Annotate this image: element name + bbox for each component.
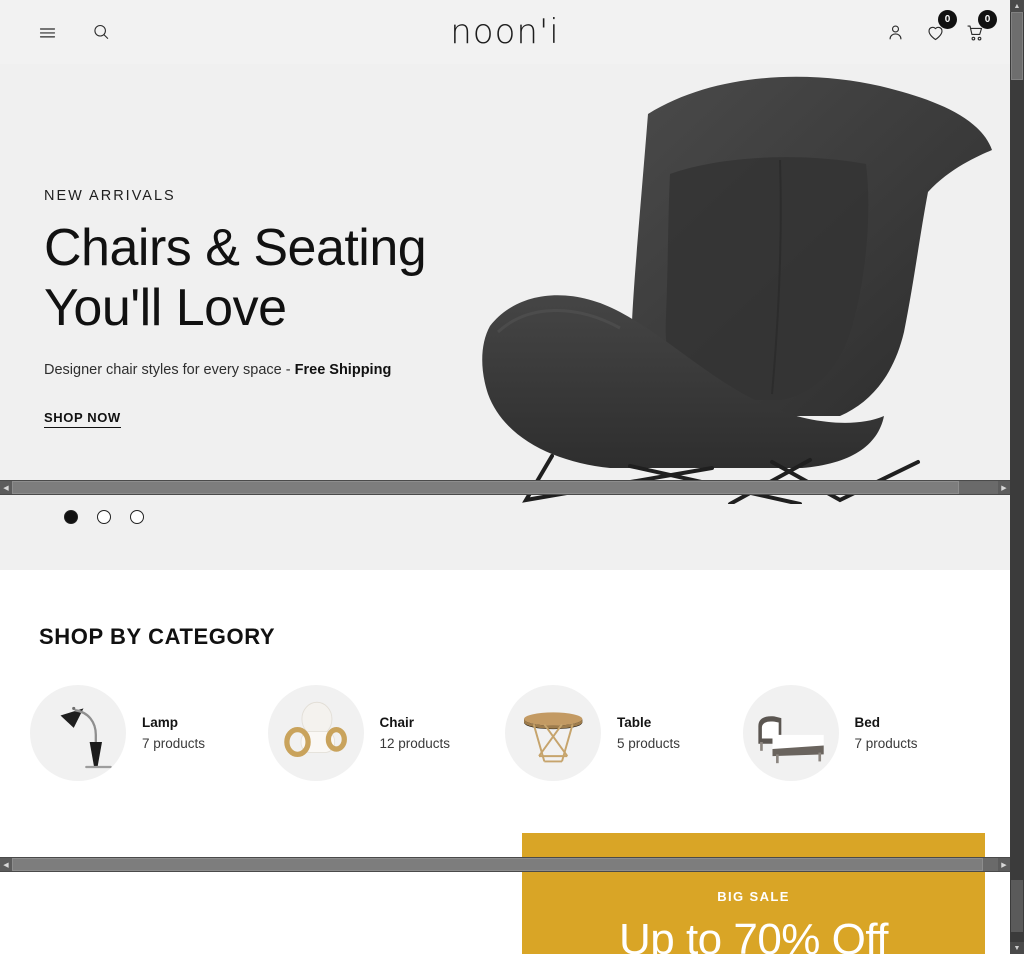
hero-title-line-1: Chairs & Seating xyxy=(44,219,427,277)
scroll-left-arrow-icon[interactable]: ◀ xyxy=(0,858,12,871)
big-sale-banner[interactable]: BIG SALE Up to 70% Off xyxy=(522,833,985,954)
hero-subtitle: Designer chair styles for every space - … xyxy=(44,360,514,380)
vertical-scroll-thumb[interactable] xyxy=(1011,12,1023,80)
site-logo[interactable]: noon'i xyxy=(450,15,560,49)
cart-button[interactable]: 0 xyxy=(962,10,997,45)
scroll-right-arrow-icon[interactable]: ▶ xyxy=(998,858,1010,871)
hero-eyebrow: NEW ARRIVALS xyxy=(44,188,176,204)
shop-by-category-section: SHOP BY CATEGORY Lamp 7 products Chair 1… xyxy=(0,570,1010,781)
scroll-down-arrow-icon[interactable]: ▼ xyxy=(1010,942,1024,954)
vertical-scroll-thumb-secondary[interactable] xyxy=(1011,880,1023,932)
hero-title: Chairs & Seating You'll Love xyxy=(44,218,514,338)
cart-count-badge: 0 xyxy=(978,10,997,29)
category-name: Bed xyxy=(854,715,881,730)
shop-now-button[interactable]: SHOP NOW xyxy=(44,410,121,429)
category-count: 7 products xyxy=(854,736,918,751)
category-count: 5 products xyxy=(617,736,681,751)
chair-thumbnail-icon xyxy=(267,685,364,781)
table-thumbnail-icon xyxy=(505,685,601,781)
lamp-icon xyxy=(60,706,112,768)
carousel-dots xyxy=(64,510,144,524)
sale-headline: Up to 70% Off xyxy=(618,915,889,954)
category-text-table: Table 5 products xyxy=(617,715,680,751)
page-title: SHOP BY CATEGORY xyxy=(39,624,276,649)
carousel-dot-1[interactable] xyxy=(64,510,78,524)
site-header: noon'i 0 0 xyxy=(0,0,1010,64)
scroll-up-arrow-icon[interactable]: ▲ xyxy=(1010,0,1024,12)
hero-title-line-2: You'll Love xyxy=(44,279,287,337)
chair-icon xyxy=(284,701,348,757)
horizontal-scroll-thumb[interactable] xyxy=(12,481,959,494)
hero-copy: NEW ARRIVALS Chairs & Seating You'll Lov… xyxy=(44,188,514,429)
vertical-scroll-track[interactable] xyxy=(1010,12,1024,942)
category-list: Lamp 7 products Chair 12 products Table … xyxy=(0,685,1010,781)
horizontal-scroll-track[interactable] xyxy=(12,481,998,494)
chair-illustration xyxy=(482,76,992,504)
category-card-bed[interactable]: Bed 7 products xyxy=(742,685,981,781)
menu-icon[interactable] xyxy=(34,19,60,45)
sale-kicker: BIG SALE xyxy=(717,889,790,904)
category-text-bed: Bed 7 products xyxy=(855,715,918,751)
category-text-chair: Chair 12 products xyxy=(380,715,451,751)
category-card-chair[interactable]: Chair 12 products xyxy=(267,685,506,781)
scroll-left-arrow-icon[interactable]: ◀ xyxy=(0,481,12,494)
search-icon[interactable] xyxy=(88,19,114,45)
lamp-thumbnail-icon xyxy=(30,685,126,781)
category-card-lamp[interactable]: Lamp 7 products xyxy=(30,685,268,781)
logo-wrapper: noon'i xyxy=(0,0,1010,64)
carousel-dot-3[interactable] xyxy=(130,510,144,524)
category-count: 7 products xyxy=(142,736,206,751)
category-text-lamp: Lamp 7 products xyxy=(142,715,205,751)
category-card-table[interactable]: Table 5 products xyxy=(505,685,743,781)
category-name: Table xyxy=(617,715,652,730)
category-name: Lamp xyxy=(142,715,179,730)
header-left-group xyxy=(34,19,114,45)
hero-subtitle-bold: Free Shipping xyxy=(294,362,392,378)
wishlist-button[interactable]: 0 xyxy=(922,10,957,45)
bed-icon xyxy=(758,716,825,764)
bed-thumbnail-icon xyxy=(742,685,839,781)
header-right-group: 0 0 xyxy=(882,10,997,45)
page-root: noon'i 0 0 NEW ARRIVALS Chairs & Seating… xyxy=(0,0,1024,954)
carousel-dot-2[interactable] xyxy=(97,510,111,524)
horizontal-scroll-thumb[interactable] xyxy=(12,858,984,871)
horizontal-scrollbar-bottom[interactable]: ◀ ▶ xyxy=(0,857,1010,872)
hero-product-image xyxy=(480,64,1000,504)
horizontal-scroll-track[interactable] xyxy=(12,858,998,871)
account-icon[interactable] xyxy=(882,19,908,45)
hero-subtitle-plain: Designer chair styles for every space - xyxy=(44,362,295,378)
scroll-right-arrow-icon[interactable]: ▶ xyxy=(998,481,1010,494)
vertical-scrollbar[interactable]: ▲ ▼ xyxy=(1010,0,1024,954)
category-count: 12 products xyxy=(379,736,451,751)
table-icon xyxy=(523,712,583,763)
wishlist-count-badge: 0 xyxy=(938,10,957,29)
category-name: Chair xyxy=(379,715,415,730)
horizontal-scrollbar-top[interactable]: ◀ ▶ xyxy=(0,480,1010,495)
